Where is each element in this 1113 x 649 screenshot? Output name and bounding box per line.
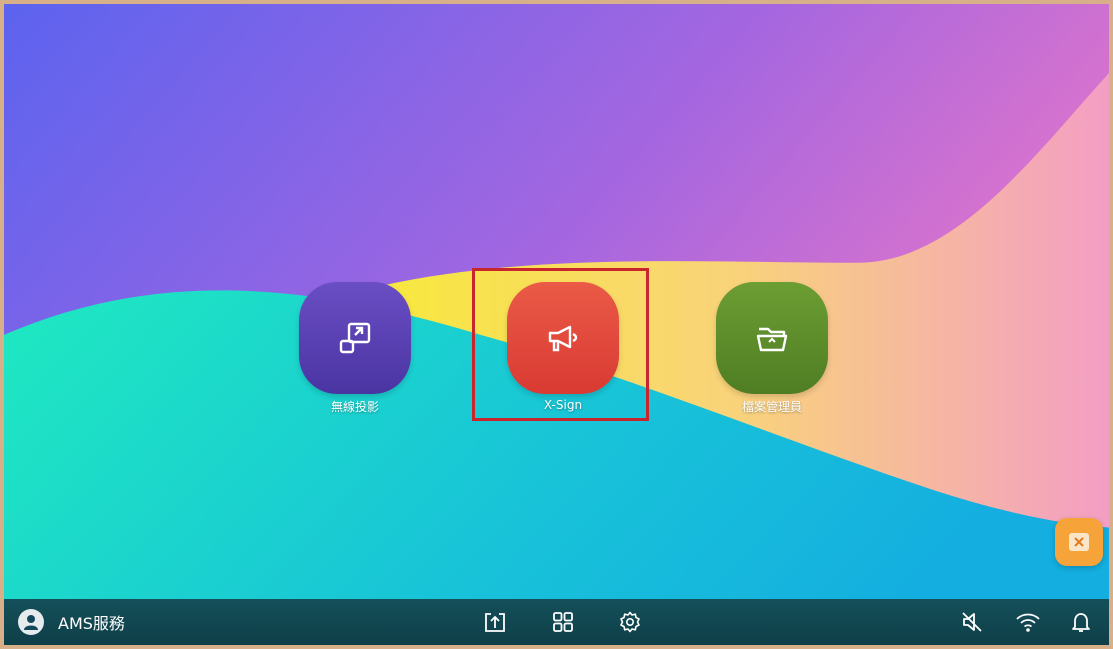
app-label: 檔案管理員 xyxy=(741,400,802,414)
bell-icon[interactable] xyxy=(1068,609,1094,635)
user-avatar-icon xyxy=(18,609,44,635)
speaker-muted-icon[interactable] xyxy=(959,609,985,635)
screen-cast-icon xyxy=(339,322,371,354)
taskbar: AMS服務 xyxy=(4,599,1109,645)
highlight-box xyxy=(472,268,649,421)
app-label: 無線投影 xyxy=(330,400,379,414)
wifi-icon[interactable] xyxy=(1015,609,1041,635)
folder-icon xyxy=(756,327,788,352)
user-label: AMS服務 xyxy=(58,614,125,633)
user-account[interactable]: AMS服務 xyxy=(18,609,125,635)
close-box-icon xyxy=(1069,533,1089,551)
desktop-screen: 無線投影 X-Sign 檔案管理員 AMS服務 xyxy=(0,0,1113,649)
app-file-manager[interactable]: 檔案管理員 xyxy=(716,282,828,415)
app-wireless-projection[interactable]: 無線投影 xyxy=(299,282,411,415)
settings-gear-icon[interactable] xyxy=(617,609,643,635)
apps-grid-icon[interactable] xyxy=(550,609,576,635)
floating-close-button[interactable] xyxy=(1055,518,1103,566)
app-tile[interactable] xyxy=(716,282,828,394)
app-tile[interactable] xyxy=(299,282,411,394)
share-upload-icon[interactable] xyxy=(482,609,508,635)
